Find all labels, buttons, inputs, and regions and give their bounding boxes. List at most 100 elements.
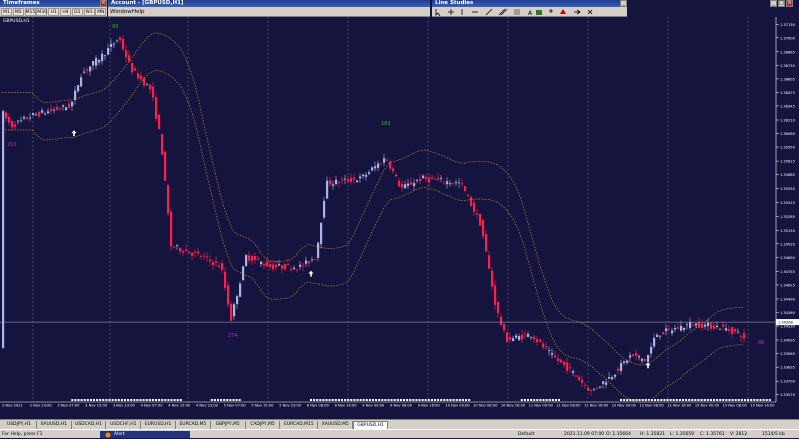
session-marker (641, 399, 644, 401)
bear-candle (740, 335, 743, 337)
bear-candle (341, 179, 344, 181)
bull-candle (176, 245, 179, 246)
bear-candle (584, 385, 587, 386)
chart-tab-usdchf-h1[interactable]: USDCHF,H1 (106, 421, 142, 429)
bear-candle (5, 112, 8, 119)
session-marker (238, 399, 241, 401)
price-label: 1.36210 (780, 119, 796, 123)
session-marker (316, 399, 319, 401)
chart-tab-gbpusd-h1[interactable]: GBPUSD,H1 (353, 421, 388, 429)
timeframe-h4-button[interactable]: H4 (60, 8, 71, 16)
session-marker (86, 399, 89, 401)
session-marker (393, 399, 396, 401)
session-marker (217, 399, 219, 401)
time-label: 8 Nov 16:00 (335, 404, 358, 408)
bull-candle (551, 353, 554, 355)
menu-help[interactable]: Help (132, 8, 145, 16)
bear-candle (581, 379, 584, 383)
session-marker (737, 399, 740, 401)
chart-tab-usdjpy-h1[interactable]: USDJPY,H1 (2, 421, 37, 429)
session-marker (331, 399, 334, 401)
bear-candle (248, 255, 251, 261)
chart-tab-xauusd-m5[interactable]: XAUUSD,M5 (318, 421, 354, 429)
timeframe-w1-button[interactable]: W1 (83, 8, 95, 16)
session-marker (83, 399, 86, 401)
bear-candle (227, 285, 230, 305)
main-minimize-button[interactable]: _ (770, 0, 777, 7)
session-marker (520, 399, 523, 401)
bear-candle (218, 265, 221, 268)
price-chart[interactable]: 1.37130 1.37000 1.36865 1.36735 1.36605 1.364… (0, 17, 799, 407)
bull-candle (689, 322, 692, 329)
session-marker (440, 399, 443, 401)
session-marker (458, 399, 461, 401)
chart-tab-gbpjpy-m5[interactable]: GBPJPY,M5 (211, 421, 246, 429)
session-marker (660, 399, 663, 401)
bull-candle (530, 336, 533, 338)
line-studies-icons[interactable]: A (432, 8, 627, 17)
session-marker (703, 399, 706, 401)
session-marker (390, 399, 393, 401)
session-marker (347, 399, 350, 401)
bear-candle (212, 261, 215, 266)
timeframe-m1-button[interactable]: M1 (1, 8, 12, 16)
bull-candle (707, 322, 710, 326)
bear-candle (272, 264, 275, 270)
chart-tab-cadjpy-m5[interactable]: CADJPY,M5 (246, 421, 281, 429)
bull-candle (242, 266, 245, 281)
bull-candle (641, 358, 644, 361)
timeframe-m15-button[interactable]: M15 (24, 8, 36, 16)
alert-window[interactable]: Alert (100, 431, 190, 438)
line-studies-minimize-button[interactable]: _ (620, 0, 627, 7)
time-label: 10 Nov 00:00 (445, 404, 470, 408)
timeframes-close-button[interactable]: × (100, 0, 107, 7)
current-price-label: 1.34268 (778, 321, 794, 325)
price-label: 1.34230 (780, 325, 796, 329)
session-marker (93, 399, 95, 401)
session-marker (120, 399, 123, 401)
price-label: 1.36865 (780, 50, 795, 54)
chart-tab-usdcad-h1[interactable]: USDCAD,H1 (72, 421, 107, 429)
bull-candle (20, 119, 23, 121)
session-marker (102, 399, 105, 401)
session-marker (105, 399, 108, 401)
chart-tab-eurcad-m15[interactable]: EURCAD,M15 (280, 421, 319, 429)
account-window-bar: Account - [GBPUSD,H1] Window Help (108, 0, 430, 17)
bear-candle (59, 108, 62, 110)
bull-candle (362, 174, 365, 177)
timeframe-m30-button[interactable]: M30 (36, 8, 48, 16)
price-label: 1.34890 (780, 256, 796, 260)
annotation-right-purple: 88 (758, 340, 764, 346)
bull-candle (359, 176, 362, 179)
session-marker (328, 399, 331, 401)
bull-candle (278, 264, 281, 266)
chart-tab-xauusd-h1[interactable]: XAUUSD,H1 (37, 421, 72, 429)
session-marker (74, 399, 77, 401)
session-marker (430, 399, 433, 401)
session-marker (399, 399, 402, 401)
timeframe-d1-button[interactable]: D1 (71, 8, 83, 16)
buy-arrow-icon (645, 362, 651, 369)
bull-candle (608, 377, 611, 379)
bear-candle (251, 256, 254, 262)
menu-window[interactable]: Window (110, 8, 132, 16)
bear-candle (434, 178, 437, 180)
bull-candle (113, 43, 116, 45)
envelope-upper (2, 32, 744, 366)
bear-candle (338, 182, 341, 184)
timeframe-mn-button[interactable]: MN (95, 8, 107, 16)
chart-tab-eurusd-h1[interactable]: EURUSD,H1 (141, 421, 176, 429)
bear-candle (191, 252, 194, 256)
annotation-bottom-purple: 274 (228, 333, 238, 339)
chart-tab-eurcad-m5[interactable]: EURCAD,M5 (176, 421, 211, 429)
main-close-button[interactable]: × (786, 0, 793, 7)
bear-candle (473, 202, 476, 212)
timeframe-m5-button[interactable]: M5 (12, 8, 24, 16)
bear-candle (521, 334, 524, 340)
bull-candle (311, 259, 314, 261)
bear-candle (485, 234, 488, 252)
bull-candle (572, 371, 575, 373)
session-marker (623, 399, 626, 401)
timeframe-h1-button[interactable]: H1 (48, 8, 60, 16)
main-restore-button[interactable]: □ (778, 0, 785, 7)
